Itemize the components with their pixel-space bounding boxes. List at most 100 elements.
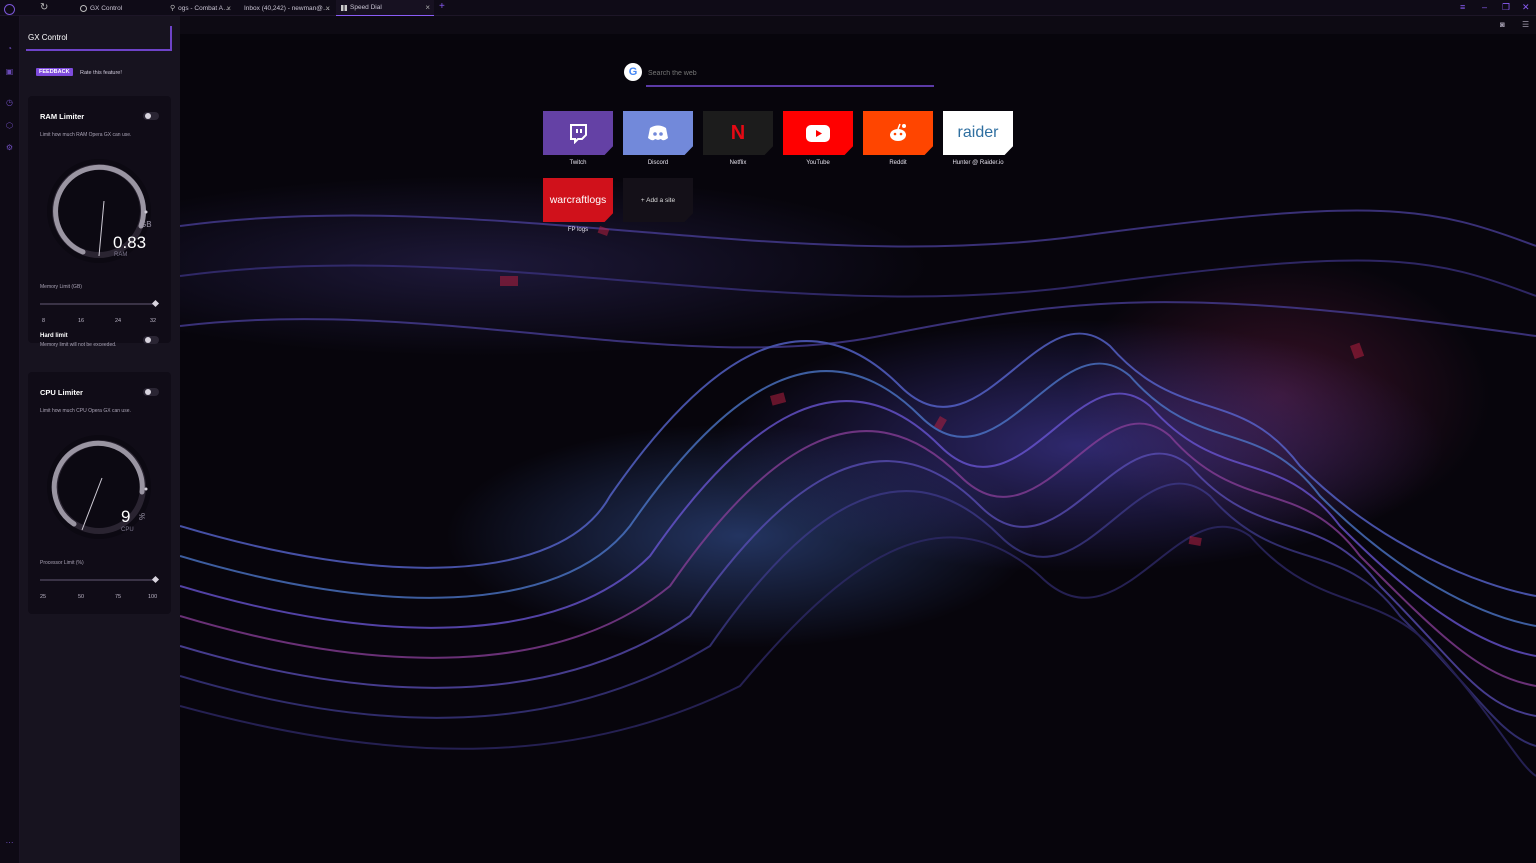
tab-bar: ↻ GX Control ⚲ ogs - Combat A… × Inbox (… xyxy=(0,0,1536,16)
dial-reddit[interactable]: Reddit xyxy=(863,111,933,166)
camera-icon[interactable]: ◙ xyxy=(1500,20,1505,29)
opera-logo[interactable] xyxy=(4,4,15,15)
processor-tick: 25 xyxy=(40,594,47,600)
wallpaper-waves xyxy=(180,209,1536,777)
memory-slider-thumb[interactable] xyxy=(151,299,160,308)
dial-label: Hunter @ Raider.io xyxy=(952,160,1004,166)
search-underline xyxy=(646,85,934,87)
rate-link[interactable]: Rate this feature! xyxy=(80,70,122,76)
panel-title: GX Control xyxy=(28,33,68,42)
memory-tick: 32 xyxy=(150,318,157,324)
cpu-sub: CPU xyxy=(121,527,134,533)
google-icon: G xyxy=(624,63,642,81)
close-window-icon[interactable]: ✕ xyxy=(1522,2,1530,13)
ram-description: Limit how much RAM Opera GX can use. xyxy=(40,132,132,138)
tab-speed-dial[interactable]: Speed Dial × xyxy=(336,0,434,16)
dial-tile[interactable] xyxy=(543,111,613,155)
dial-tile[interactable] xyxy=(863,111,933,155)
reload-icon[interactable]: ↻ xyxy=(40,2,48,13)
feedback-badge[interactable]: FEEDBACK xyxy=(36,68,73,76)
gx-control-icon[interactable]: ◔ xyxy=(5,44,14,53)
cpu-gauge xyxy=(47,435,151,539)
dial-raiderio[interactable]: raider Hunter @ Raider.io xyxy=(943,111,1013,166)
dial-tile[interactable] xyxy=(783,111,853,155)
title-corner xyxy=(170,26,172,51)
cpu-title: CPU Limiter xyxy=(40,388,83,397)
memory-tick: 24 xyxy=(115,318,122,324)
processor-tick: 75 xyxy=(115,594,122,600)
tab-inbox[interactable]: Inbox (40,242) - newman@… × xyxy=(236,0,334,16)
easy-setup-icon[interactable]: ☰ xyxy=(1522,20,1529,29)
cpu-toggle[interactable] xyxy=(143,388,159,396)
dial-label: Discord xyxy=(647,160,669,166)
extensions-icon[interactable]: ⬡ xyxy=(5,121,14,130)
gx-control-panel: GX Control FEEDBACK Rate this feature! R… xyxy=(20,16,180,863)
grid-icon xyxy=(341,4,347,11)
cpu-limiter-card: CPU Limiter Limit how much CPU Opera GX … xyxy=(28,372,171,614)
dial-twitch[interactable]: Twitch xyxy=(543,111,613,166)
ram-sub: RAM xyxy=(114,252,128,258)
tab-gx-control[interactable]: GX Control xyxy=(75,0,165,16)
warcraftlogs-logo: warcraftlogs xyxy=(549,194,607,206)
add-site-label: + Add a site xyxy=(640,196,676,204)
dial-tile[interactable]: raider xyxy=(943,111,1013,155)
add-site-button[interactable]: + Add a site xyxy=(623,178,693,222)
processor-tick: 50 xyxy=(78,594,85,600)
new-tab-button[interactable]: + xyxy=(439,1,445,12)
speed-dial-page: ◙ ☰ G Search the web Twitch Discord N Ne… xyxy=(180,16,1536,863)
tab-menu-icon[interactable]: ≡ xyxy=(1460,2,1465,12)
dial-label: Reddit xyxy=(889,160,907,166)
close-icon[interactable]: × xyxy=(425,3,430,12)
dial-youtube[interactable]: YouTube xyxy=(783,111,853,166)
settings-icon[interactable]: ⚙ xyxy=(5,143,14,152)
hard-limit-desc: Memory limit will not be exceeded. xyxy=(40,342,117,348)
minimize-icon[interactable]: – xyxy=(1482,2,1487,12)
hard-limit-title: Hard limit xyxy=(40,333,68,339)
processor-slider-track[interactable] xyxy=(40,579,156,581)
history-icon[interactable]: ◷ xyxy=(5,98,14,107)
dial-label: YouTube xyxy=(806,160,830,166)
cpu-description: Limit how much CPU Opera GX can use. xyxy=(40,408,131,414)
title-underline xyxy=(26,49,171,51)
memory-tick: 8 xyxy=(42,318,46,324)
dial-fp-logs[interactable]: warcraftlogs FP logs xyxy=(543,178,613,233)
dial-netflix[interactable]: N Netflix xyxy=(703,111,773,166)
processor-limit-label: Processor Limit (%) xyxy=(40,560,84,566)
dial-tile[interactable]: warcraftlogs xyxy=(543,178,613,222)
close-icon[interactable]: × xyxy=(226,4,231,13)
dial-tile[interactable]: N xyxy=(703,111,773,155)
search-box[interactable]: G xyxy=(624,61,934,87)
raider-logo: raider xyxy=(957,124,999,141)
dial-add-site[interactable]: + Add a site xyxy=(623,178,693,222)
reddit-icon xyxy=(890,123,906,141)
processor-tick: 100 xyxy=(148,594,158,600)
restore-icon[interactable]: ❐ xyxy=(1502,2,1510,13)
dial-label: Twitch xyxy=(569,160,587,166)
close-icon[interactable]: × xyxy=(325,4,330,13)
pin-icon: ⚲ xyxy=(170,5,176,12)
memory-tick: 16 xyxy=(78,318,85,324)
cpu-value: 9 xyxy=(121,507,131,526)
discord-icon xyxy=(648,125,668,141)
youtube-icon xyxy=(806,124,830,142)
address-strip: ◙ ☰ xyxy=(180,16,1536,34)
ram-limiter-card: RAM Limiter Limit how much RAM Opera GX … xyxy=(28,96,171,348)
ram-title: RAM Limiter xyxy=(40,112,85,121)
dial-discord[interactable]: Discord xyxy=(623,111,693,166)
memory-limit-label: Memory Limit (GB) xyxy=(40,284,82,290)
hard-limit-toggle[interactable] xyxy=(143,336,159,344)
dial-label: Netflix xyxy=(729,160,747,166)
ram-toggle[interactable] xyxy=(143,112,159,120)
sidebar-rail: ◔ ▣ ◷ ⬡ ⚙ ⋯ xyxy=(0,16,20,863)
tab-combat-logs[interactable]: ⚲ ogs - Combat A… × xyxy=(165,0,235,16)
dial-tile[interactable] xyxy=(623,111,693,155)
netflix-icon: N xyxy=(730,121,746,144)
memory-slider-track[interactable] xyxy=(40,303,156,305)
processor-slider-thumb[interactable] xyxy=(151,575,160,584)
dial-label: FP logs xyxy=(567,227,589,233)
ram-unit: GB xyxy=(140,220,152,229)
more-icon[interactable]: ⋯ xyxy=(5,838,14,847)
search-input[interactable] xyxy=(648,66,934,80)
twitch-rail-icon[interactable]: ▣ xyxy=(5,67,14,76)
globe-icon xyxy=(80,4,87,12)
